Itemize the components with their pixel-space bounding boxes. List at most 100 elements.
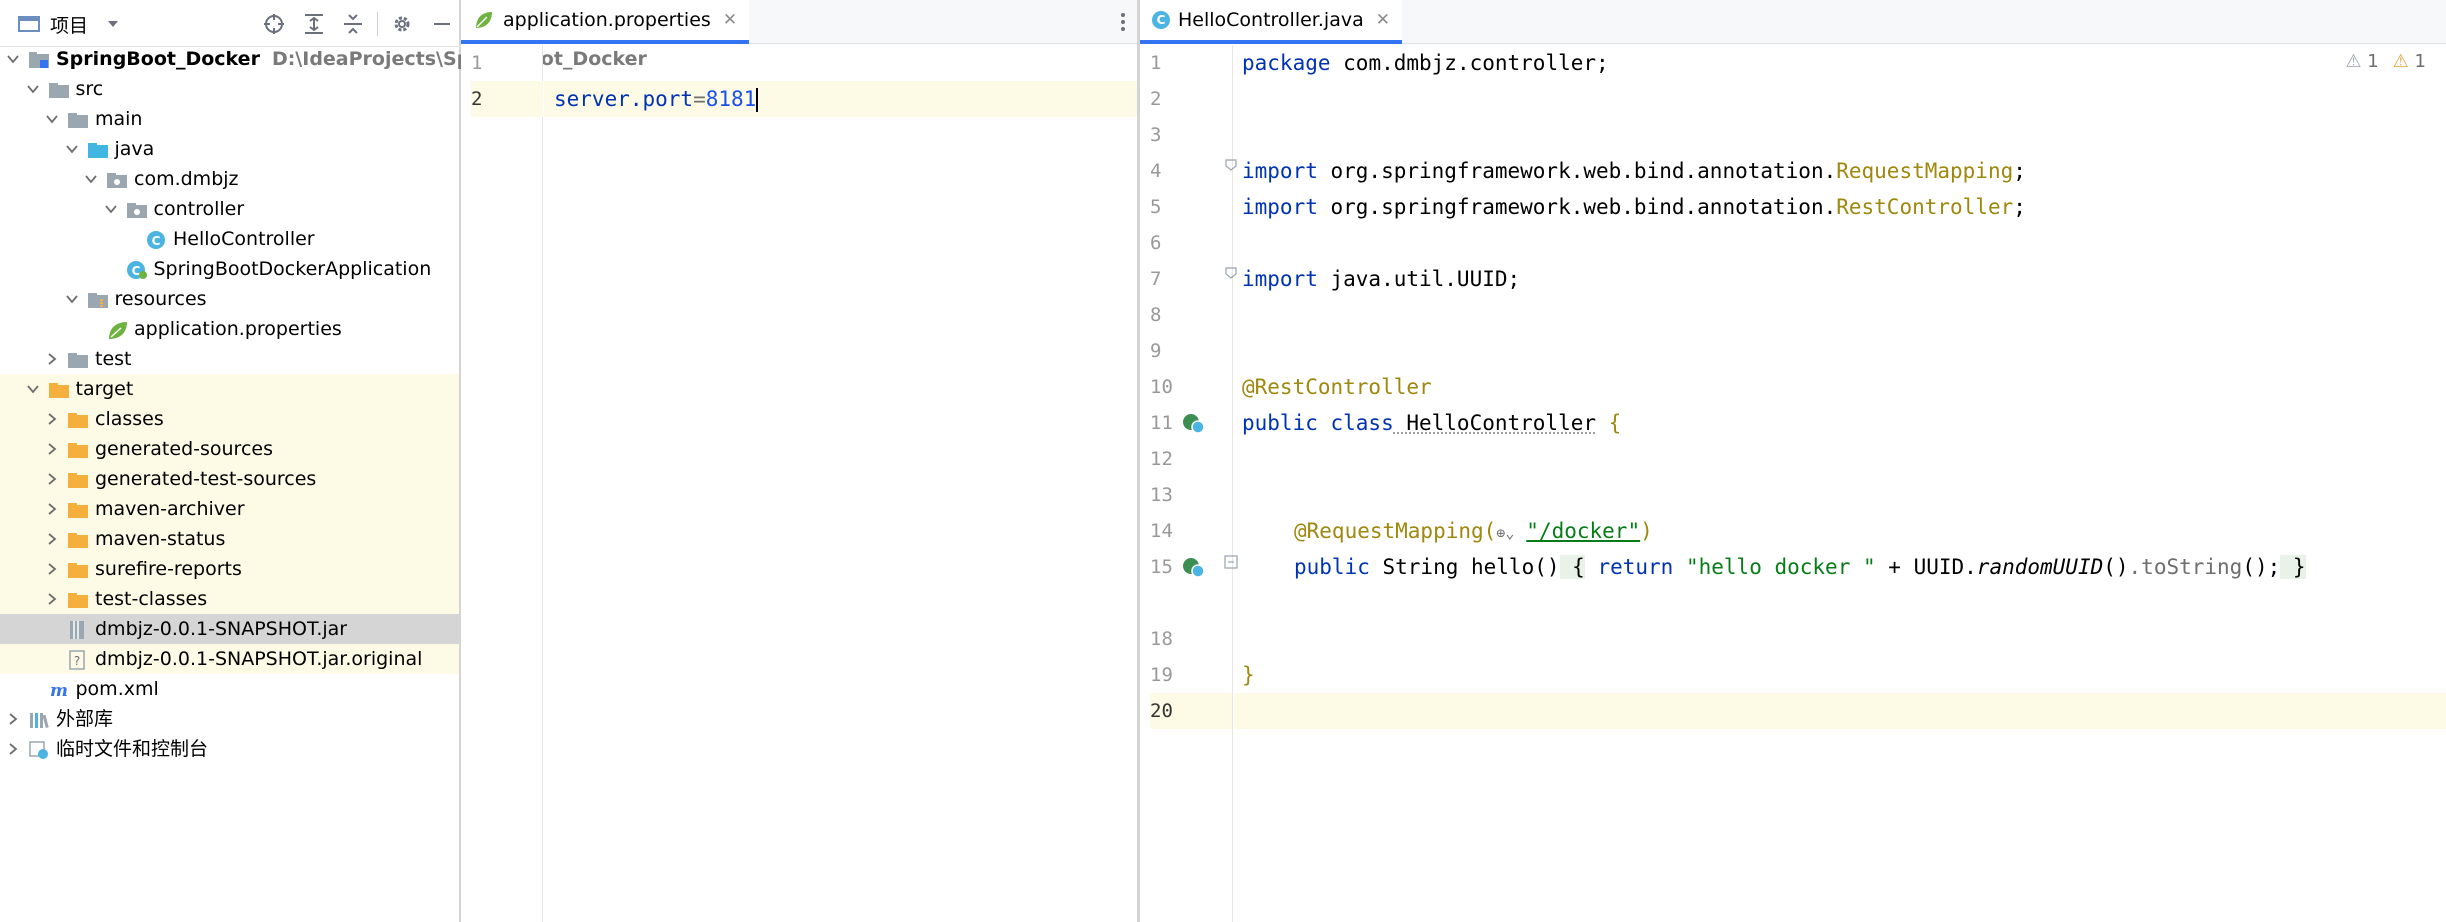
tree-item[interactable]: maven-archiver: [0, 494, 459, 524]
property-key: server.port: [554, 87, 694, 111]
web-endpoint-icon[interactable]: ⊕⌄: [1496, 515, 1526, 551]
chevron-right-icon[interactable]: [6, 742, 20, 756]
chevron-down-icon[interactable]: [6, 52, 20, 66]
tree-item-label: surefire-reports: [95, 558, 242, 580]
project-view-selector[interactable]: 项目: [18, 10, 120, 38]
code-line: import java.util.UUID;: [1242, 267, 1521, 291]
tree-item[interactable]: 外部库: [0, 704, 459, 734]
tree-item[interactable]: ? dmbjz-0.0.1-SNAPSHOT.jar.original: [0, 644, 459, 674]
collapse-all-button[interactable]: [341, 12, 365, 36]
chevron-right-icon[interactable]: [45, 562, 59, 576]
tree-item[interactable]: com.dmbjz: [0, 164, 459, 194]
spring-bean-icon[interactable]: [1180, 411, 1206, 439]
chevron-right-icon[interactable]: [45, 592, 59, 606]
spring-properties-icon: [106, 319, 128, 339]
tree-item-label: test: [95, 348, 132, 370]
tree-item[interactable]: 临时文件和控制台: [0, 734, 459, 764]
tree-item[interactable]: main: [0, 104, 459, 134]
tree-item[interactable]: generated-sources: [0, 434, 459, 464]
tree-item[interactable]: SpringBoot_Docker D:\IdeaProjects\SpringB…: [0, 44, 647, 74]
excluded-folder-icon: [67, 589, 89, 609]
tree-item[interactable]: controller: [0, 194, 459, 224]
tab-menu-button[interactable]: [1119, 10, 1127, 34]
chevron-right-icon[interactable]: [45, 502, 59, 516]
tree-item[interactable]: test: [0, 344, 459, 374]
tree-item[interactable]: maven-status: [0, 524, 459, 554]
tree-item-label: src: [75, 78, 104, 100]
code-line: package com.dmbjz.controller;: [1242, 51, 1609, 75]
tree-item-label: java: [114, 138, 155, 160]
tree-item[interactable]: src: [0, 74, 459, 104]
line-number: 6: [1150, 232, 1162, 254]
chevron-down-icon[interactable]: [65, 292, 79, 306]
close-tab-icon[interactable]: ✕: [723, 10, 737, 30]
tree-item[interactable]: generated-test-sources: [0, 464, 459, 494]
code-line: [544, 45, 1137, 109]
chevron-right-icon[interactable]: [45, 472, 59, 486]
tab-application-properties[interactable]: application.properties ✕: [461, 0, 750, 44]
tree-item[interactable]: C SpringBootDockerApplication: [0, 254, 459, 284]
tree-item[interactable]: C HelloController: [0, 224, 459, 254]
tab-hello-controller[interactable]: C HelloController.java ✕: [1140, 0, 1402, 44]
package-icon: [126, 199, 148, 219]
class-icon: C: [145, 229, 167, 249]
code-line: import org.springframework.web.bind.anno…: [1242, 195, 2026, 219]
chevron-down-icon[interactable]: [65, 142, 79, 156]
tree-item[interactable]: m pom.xml: [0, 674, 459, 704]
tree-item-label: 临时文件和控制台: [56, 738, 209, 760]
line-number: 10: [1150, 376, 1173, 398]
tree-item[interactable]: surefire-reports: [0, 554, 459, 584]
tree-item-label: controller: [153, 198, 245, 220]
line-number: 2: [1150, 88, 1162, 110]
resources-folder-icon: [87, 289, 109, 309]
chevron-down-icon[interactable]: [84, 172, 98, 186]
chevron-right-icon[interactable]: [6, 712, 20, 726]
chevron-down-icon[interactable]: [26, 382, 40, 396]
tree-item[interactable]: target: [0, 374, 459, 404]
chevron-down-icon[interactable]: [26, 82, 40, 96]
chevron-right-icon[interactable]: [45, 532, 59, 546]
spring-boot-class-icon: C: [126, 259, 148, 279]
tree-item-label: pom.xml: [75, 678, 159, 700]
tree-item[interactable]: dmbjz-0.0.1-SNAPSHOT.jar: [0, 614, 459, 644]
tree-item[interactable]: classes: [0, 404, 459, 434]
chevron-down-icon[interactable]: [104, 202, 118, 216]
line-number: 13: [1150, 484, 1173, 506]
chevron-right-icon[interactable]: [45, 442, 59, 456]
code-line: @RequestMapping(⊕⌄ "/docker"): [1294, 513, 2446, 549]
tree-item-label: com.dmbjz: [134, 168, 239, 190]
module-folder-icon: [28, 49, 50, 69]
tree-item-label: classes: [95, 408, 164, 430]
expand-all-icon: [305, 14, 323, 34]
java-code-area[interactable]: ⚠ 1 ⚠ 1 package com.dmbjz.controller; im…: [1234, 45, 2446, 922]
expand-all-button[interactable]: [302, 12, 326, 36]
line-number: 4: [1150, 160, 1162, 182]
tree-item-label: HelloController: [173, 228, 315, 250]
tree-item[interactable]: java: [0, 134, 459, 164]
chevron-right-icon[interactable]: [45, 352, 59, 366]
chevron-right-icon[interactable]: [45, 412, 59, 426]
line-number: 18: [1150, 628, 1173, 650]
toolbar-separator: [377, 12, 378, 36]
minimize-button[interactable]: [430, 12, 454, 36]
property-operator: =: [693, 87, 706, 111]
scratches-icon: [28, 739, 50, 759]
options-button[interactable]: [390, 12, 414, 36]
chevron-down-icon[interactable]: [45, 112, 59, 126]
close-tab-icon[interactable]: ✕: [1376, 10, 1390, 30]
properties-code-area[interactable]: server.port=8181: [544, 45, 1137, 922]
excluded-folder-icon: [67, 409, 89, 429]
spring-endpoint-icon[interactable]: [1180, 555, 1206, 583]
tree-item[interactable]: resources: [0, 284, 459, 314]
line-number: 14: [1150, 520, 1173, 542]
tree-item[interactable]: test-classes: [0, 584, 459, 614]
property-value: 8181: [705, 87, 757, 111]
line-number: 19: [1150, 664, 1173, 686]
tree-item[interactable]: application.properties: [0, 314, 459, 344]
locate-file-button[interactable]: [262, 12, 286, 36]
minimize-icon: [434, 23, 450, 25]
excluded-folder-icon: [48, 379, 70, 399]
code-line: @RestController: [1242, 375, 1432, 399]
text-caret: [756, 88, 759, 112]
more-vertical-icon: [1121, 13, 1125, 31]
